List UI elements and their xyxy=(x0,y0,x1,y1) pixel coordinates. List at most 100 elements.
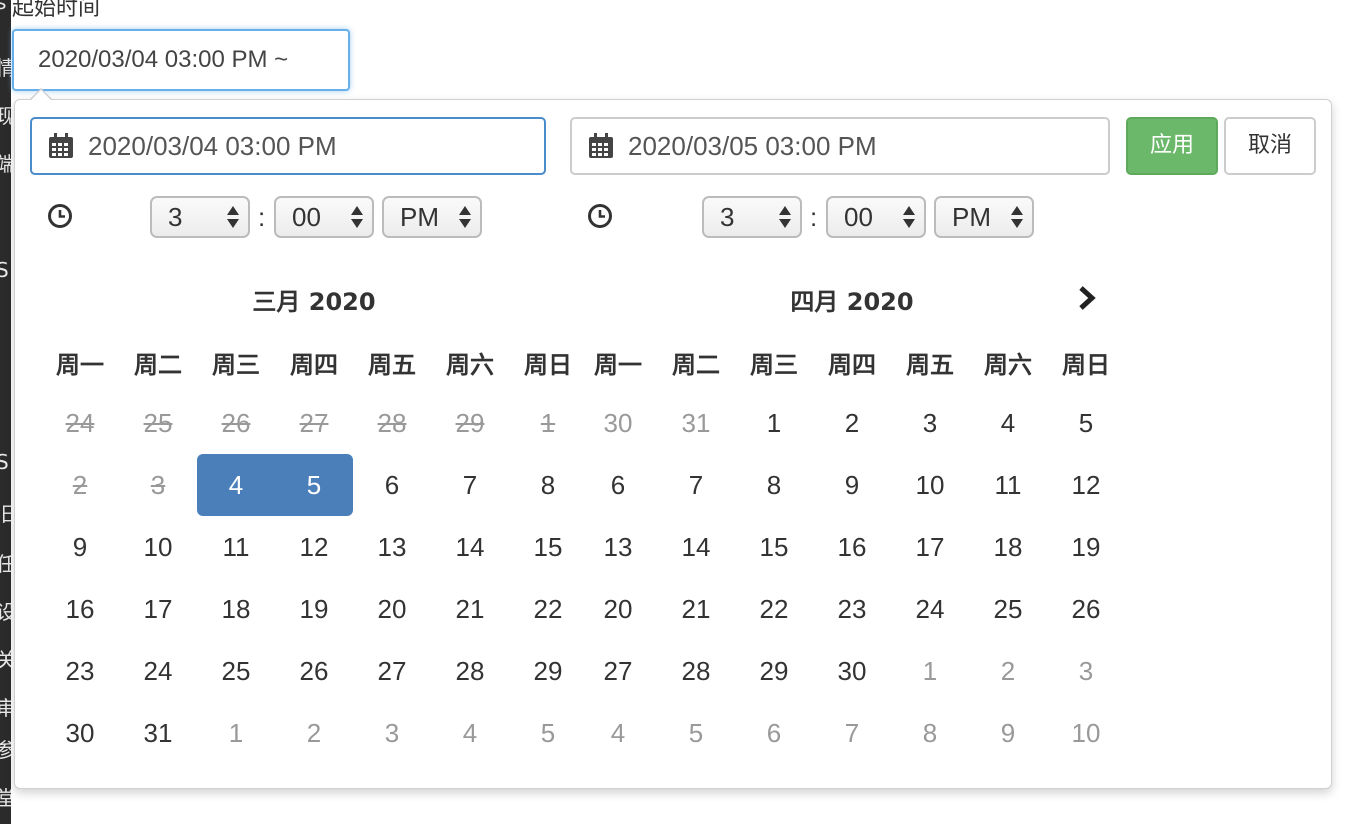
calendar-day[interactable]: 30 xyxy=(41,702,119,764)
spinner-arrows-icon xyxy=(779,206,791,228)
calendar-day[interactable]: 27 xyxy=(353,640,431,702)
calendar-day[interactable]: 8 xyxy=(509,454,587,516)
cancel-button[interactable]: 取消 xyxy=(1224,117,1316,175)
calendar-day[interactable]: 31 xyxy=(657,392,735,454)
calendar-day[interactable]: 13 xyxy=(579,516,657,578)
calendar-day[interactable]: 8 xyxy=(735,454,813,516)
calendar-day[interactable]: 1 xyxy=(197,702,275,764)
calendar-day[interactable]: 1 xyxy=(891,640,969,702)
apply-button[interactable]: 应用 xyxy=(1126,117,1218,175)
calendar-day[interactable]: 31 xyxy=(119,702,197,764)
calendar-day[interactable]: 17 xyxy=(891,516,969,578)
calendar-day[interactable]: 6 xyxy=(735,702,813,764)
calendar-day[interactable]: 10 xyxy=(1047,702,1125,764)
calendar-day[interactable]: 6 xyxy=(579,454,657,516)
calendar-day[interactable]: 22 xyxy=(509,578,587,640)
calendar-day[interactable]: 29 xyxy=(509,640,587,702)
calendar-day[interactable]: 3 xyxy=(1047,640,1125,702)
calendar-day[interactable]: 13 xyxy=(353,516,431,578)
calendar-day[interactable]: 23 xyxy=(41,640,119,702)
calendar-day[interactable]: 30 xyxy=(579,392,657,454)
background-text: 设 xyxy=(0,600,11,624)
calendar-day[interactable]: 21 xyxy=(431,578,509,640)
calendar-day[interactable]: 18 xyxy=(197,578,275,640)
calendar-day[interactable]: 7 xyxy=(657,454,735,516)
weekday-header: 周六 xyxy=(446,351,494,379)
calendar-day[interactable]: 5 xyxy=(509,702,587,764)
calendar-day[interactable]: 5 xyxy=(275,454,353,516)
calendar-day[interactable]: 27 xyxy=(579,640,657,702)
end-hour-select[interactable]: 3 xyxy=(702,196,802,238)
calendar-day[interactable]: 20 xyxy=(353,578,431,640)
calendar-day[interactable]: 14 xyxy=(431,516,509,578)
calendar-day[interactable]: 19 xyxy=(275,578,353,640)
calendar-day[interactable]: 16 xyxy=(813,516,891,578)
calendar-day: 28 xyxy=(377,408,407,438)
date-range-input[interactable]: 2020/03/04 03:00 PM ~ xyxy=(12,29,350,91)
calendar-day[interactable]: 29 xyxy=(735,640,813,702)
calendar-icon xyxy=(589,133,613,158)
end-minute-select[interactable]: 00 xyxy=(826,196,926,238)
calendar-day[interactable]: 24 xyxy=(119,640,197,702)
calendar-day[interactable]: 2 xyxy=(969,640,1047,702)
start-ampm-select[interactable]: PM xyxy=(382,196,482,238)
spinner-arrows-icon xyxy=(903,206,915,228)
calendar-day[interactable]: 19 xyxy=(1047,516,1125,578)
calendar-day[interactable]: 16 xyxy=(41,578,119,640)
calendar-day[interactable]: 21 xyxy=(657,578,735,640)
calendar-day[interactable]: 17 xyxy=(119,578,197,640)
calendar-day[interactable]: 6 xyxy=(353,454,431,516)
calendar-day[interactable]: 3 xyxy=(353,702,431,764)
start-date-input[interactable]: 2020/03/04 03:00 PM xyxy=(30,117,546,175)
calendar-day[interactable]: 4 xyxy=(579,702,657,764)
calendar-day[interactable]: 3 xyxy=(891,392,969,454)
calendar-day[interactable]: 4 xyxy=(431,702,509,764)
calendar-day[interactable]: 8 xyxy=(891,702,969,764)
calendar-day[interactable]: 12 xyxy=(275,516,353,578)
calendar-day[interactable]: 7 xyxy=(813,702,891,764)
end-date-input[interactable]: 2020/03/05 03:00 PM xyxy=(570,117,1110,175)
calendar-day[interactable]: 11 xyxy=(197,516,275,578)
calendar-day[interactable]: 7 xyxy=(431,454,509,516)
calendar-day[interactable]: 2 xyxy=(813,392,891,454)
calendar-day[interactable]: 4 xyxy=(969,392,1047,454)
calendar-day[interactable]: 1 xyxy=(735,392,813,454)
start-minute-select[interactable]: 00 xyxy=(274,196,374,238)
end-ampm-select[interactable]: PM xyxy=(934,196,1034,238)
calendar-day[interactable]: 18 xyxy=(969,516,1047,578)
calendar-day[interactable]: 26 xyxy=(1047,578,1125,640)
calendar-day[interactable]: 12 xyxy=(1047,454,1125,516)
calendar-day[interactable]: 9 xyxy=(813,454,891,516)
calendar-day[interactable]: 9 xyxy=(41,516,119,578)
calendar-day[interactable]: 10 xyxy=(891,454,969,516)
background-text: 任 xyxy=(0,552,11,576)
calendar-day: 29 xyxy=(455,408,485,438)
calendar-day[interactable]: 24 xyxy=(891,578,969,640)
clock-icon xyxy=(48,204,72,228)
background-text: 端 xyxy=(0,152,11,176)
calendar-day[interactable]: 11 xyxy=(969,454,1047,516)
calendar-day[interactable]: 4 xyxy=(197,454,275,516)
calendar-day[interactable]: 25 xyxy=(969,578,1047,640)
calendar-day[interactable]: 23 xyxy=(813,578,891,640)
calendar-day[interactable]: 25 xyxy=(197,640,275,702)
calendar-day[interactable]: 30 xyxy=(813,640,891,702)
calendar-day[interactable]: 2 xyxy=(275,702,353,764)
spinner-arrows-icon xyxy=(351,206,363,228)
calendar-day[interactable]: 28 xyxy=(657,640,735,702)
calendar-day[interactable]: 20 xyxy=(579,578,657,640)
calendar-day[interactable]: 26 xyxy=(275,640,353,702)
calendar-day[interactable]: 15 xyxy=(509,516,587,578)
start-hour-select[interactable]: 3 xyxy=(150,196,250,238)
calendar-day[interactable]: 10 xyxy=(119,516,197,578)
calendar-day[interactable]: 15 xyxy=(735,516,813,578)
chevron-right-icon[interactable] xyxy=(1074,284,1100,312)
calendar-day[interactable]: 5 xyxy=(1047,392,1125,454)
end-minute-value: 00 xyxy=(844,202,873,232)
calendar-day[interactable]: 28 xyxy=(431,640,509,702)
clock-icon xyxy=(588,204,612,228)
calendar-day[interactable]: 14 xyxy=(657,516,735,578)
calendar-day[interactable]: 22 xyxy=(735,578,813,640)
calendar-day[interactable]: 5 xyxy=(657,702,735,764)
calendar-day[interactable]: 9 xyxy=(969,702,1047,764)
